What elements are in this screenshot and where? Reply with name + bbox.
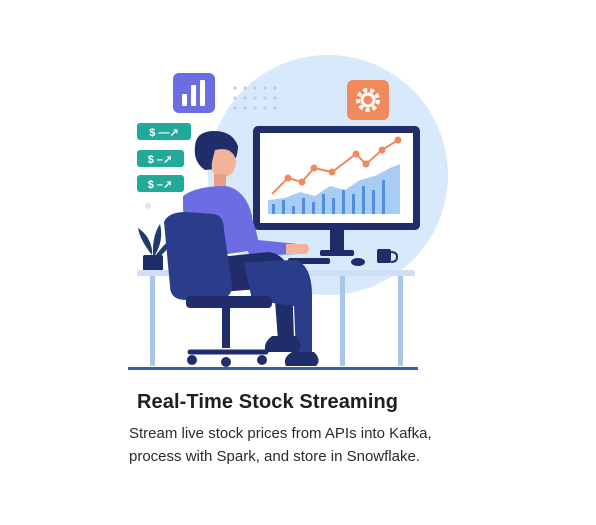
bar-chart-icon xyxy=(173,73,215,113)
floor-line xyxy=(128,367,418,370)
card-description: Stream live stock prices from APIs into … xyxy=(129,425,432,465)
card-title: Real-Time Stock Streaming xyxy=(137,391,399,413)
money-tag-3: $ –↗ xyxy=(148,179,173,191)
project-card: $ —↗ $ –↗ $ –↗ Real-Time Stock Streaming… xyxy=(0,0,596,525)
mouse xyxy=(351,258,365,266)
money-tags: $ —↗ $ –↗ $ –↗ xyxy=(137,123,191,192)
gear-icon xyxy=(347,80,389,120)
money-tag-2: $ –↗ xyxy=(148,154,173,166)
money-tag-1: $ —↗ xyxy=(149,127,178,139)
stock-streaming-illustration: $ —↗ $ –↗ $ –↗ xyxy=(128,55,448,370)
